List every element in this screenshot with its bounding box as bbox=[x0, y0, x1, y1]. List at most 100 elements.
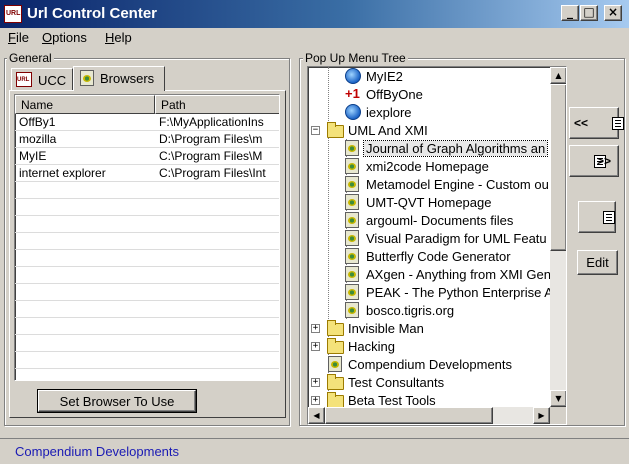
tree-group-label: Pop Up Menu Tree bbox=[303, 51, 408, 65]
folder-icon bbox=[327, 122, 344, 138]
table-row[interactable]: MyIE C:\Program Files\M bbox=[15, 148, 279, 165]
title-bar[interactable]: URL Url Control Center _ □ × bbox=[0, 0, 629, 28]
move-to-tree-button[interactable]: << bbox=[569, 107, 624, 139]
expand-icon[interactable]: + bbox=[311, 396, 320, 405]
menu-options[interactable]: Options bbox=[42, 30, 87, 45]
tree-item-test-consultants[interactable]: + Test Consultants bbox=[308, 373, 550, 391]
set-browser-button[interactable]: Set Browser To Use bbox=[37, 389, 197, 413]
scroll-right-button[interactable]: ▶ bbox=[533, 407, 550, 424]
minimize-icon: _ bbox=[567, 5, 573, 19]
tree-item-label: xmi2code Homepage bbox=[366, 159, 489, 174]
page-icon bbox=[345, 176, 359, 192]
tree-vertical-scrollbar[interactable]: ▲ ▼ bbox=[550, 67, 566, 407]
empty-row bbox=[15, 267, 279, 284]
empty-row bbox=[15, 352, 279, 369]
expand-icon[interactable]: + bbox=[311, 378, 320, 387]
tab-ucc[interactable]: URL UCC bbox=[11, 68, 73, 90]
menu-help-mnemonic: H bbox=[105, 30, 115, 45]
tree-item-xmi2code[interactable]: xmi2code Homepage bbox=[308, 157, 550, 175]
add-menu-item-button[interactable] bbox=[578, 201, 616, 233]
empty-row bbox=[15, 182, 279, 199]
horizontal-scroll-thumb[interactable] bbox=[325, 407, 493, 424]
table-row[interactable]: mozilla D:\Program Files\m bbox=[15, 131, 279, 148]
menu-tree[interactable]: MyIE2 +1 OffByOne iexplore − UML And XMI… bbox=[307, 66, 567, 425]
page-icon bbox=[345, 158, 359, 174]
move-left-arrows: << bbox=[574, 116, 589, 130]
tree-item-label: UML And XMI bbox=[348, 123, 428, 138]
menu-help[interactable]: Help bbox=[105, 30, 132, 45]
tree-item-invisible-man[interactable]: + Invisible Man bbox=[308, 319, 550, 337]
tree-item-compendium[interactable]: Compendium Developments bbox=[308, 355, 550, 373]
tree-item-butterfly[interactable]: Butterfly Code Generator bbox=[308, 247, 550, 265]
move-from-tree-button[interactable]: >> bbox=[569, 145, 619, 177]
edit-button[interactable]: Edit bbox=[577, 250, 618, 275]
tree-item-axgen[interactable]: AXgen - Anything from XMI Gen bbox=[308, 265, 550, 283]
folder-icon bbox=[327, 374, 344, 390]
tree-horizontal-scrollbar[interactable]: ◀ ▶ bbox=[308, 407, 550, 424]
expand-icon[interactable]: + bbox=[311, 324, 320, 333]
tree-item-umt-qvt[interactable]: UMT-QVT Homepage bbox=[308, 193, 550, 211]
tree-item-hacking[interactable]: + Hacking bbox=[308, 337, 550, 355]
tree-item-visual-paradigm[interactable]: Visual Paradigm for UML Featu bbox=[308, 229, 550, 247]
close-button[interactable]: × bbox=[604, 5, 622, 21]
tab-browsers[interactable]: Browsers bbox=[73, 66, 165, 91]
ucc-icon-text: URL bbox=[17, 77, 30, 83]
menu-icon bbox=[612, 117, 624, 131]
empty-row bbox=[15, 199, 279, 216]
folder-icon bbox=[327, 392, 344, 407]
tree-item-offbyone[interactable]: +1 OffByOne bbox=[308, 85, 550, 103]
page-icon bbox=[345, 266, 359, 282]
scrollbar-corner bbox=[550, 407, 566, 424]
browser-list[interactable]: Name Path OffBy1 F:\MyApplicationIns moz… bbox=[14, 94, 280, 381]
collapse-icon[interactable]: − bbox=[311, 126, 320, 135]
general-group-label: General bbox=[7, 51, 54, 65]
empty-row bbox=[15, 284, 279, 301]
tree-item-label: argouml- Documents files bbox=[366, 213, 514, 228]
tree-item-uml-and-xmi[interactable]: − UML And XMI bbox=[308, 121, 550, 139]
tree-item-myie2[interactable]: MyIE2 bbox=[308, 67, 550, 85]
tree-item-label: Metamodel Engine - Custom ou bbox=[366, 177, 549, 192]
tree-item-label: Journal of Graph Algorithms an bbox=[362, 140, 549, 157]
tree-item-label: OffByOne bbox=[366, 87, 423, 102]
move-right-arrows: >> bbox=[597, 154, 612, 168]
empty-row bbox=[15, 233, 279, 250]
row-name: OffBy1 bbox=[19, 115, 56, 129]
row-name: mozilla bbox=[19, 132, 57, 146]
tree-item-beta-test-tools[interactable]: + Beta Test Tools bbox=[308, 391, 550, 407]
tree-item-label: Butterfly Code Generator bbox=[366, 249, 511, 264]
scroll-down-button[interactable]: ▼ bbox=[550, 390, 566, 407]
maximize-button[interactable]: □ bbox=[580, 5, 598, 21]
table-row[interactable]: OffBy1 F:\MyApplicationIns bbox=[15, 114, 279, 131]
page-icon bbox=[328, 356, 342, 372]
tree-item-journal[interactable]: Journal of Graph Algorithms an bbox=[308, 139, 550, 157]
tree-item-label: PEAK - The Python Enterprise A bbox=[366, 285, 550, 300]
page-icon bbox=[345, 194, 359, 210]
tree-item-label: Visual Paradigm for UML Featu bbox=[366, 231, 547, 246]
close-icon: × bbox=[607, 5, 619, 19]
tree-item-label: AXgen - Anything from XMI Gen bbox=[366, 267, 550, 282]
page-icon bbox=[345, 302, 359, 318]
menu-bar: File Options Help bbox=[0, 28, 629, 48]
column-header-path[interactable]: Path bbox=[155, 95, 279, 114]
row-path: F:\MyApplicationIns bbox=[159, 115, 264, 129]
table-row[interactable]: internet explorer C:\Program Files\Int bbox=[15, 165, 279, 182]
vertical-scroll-thumb[interactable] bbox=[550, 84, 566, 251]
minimize-button[interactable]: _ bbox=[561, 5, 579, 21]
scroll-left-button[interactable]: ◀ bbox=[308, 407, 325, 424]
browsers-icon bbox=[80, 70, 94, 86]
tree-item-argouml[interactable]: argouml- Documents files bbox=[308, 211, 550, 229]
tree-item-peak[interactable]: PEAK - The Python Enterprise A bbox=[308, 283, 550, 301]
column-header-name[interactable]: Name bbox=[15, 95, 155, 114]
menu-file[interactable]: File bbox=[8, 30, 29, 45]
row-path: C:\Program Files\Int bbox=[159, 166, 266, 180]
ucc-icon: URL bbox=[16, 72, 32, 87]
empty-row bbox=[15, 216, 279, 233]
row-path: D:\Program Files\m bbox=[159, 132, 263, 146]
tree-item-bosco[interactable]: bosco.tigris.org bbox=[308, 301, 550, 319]
expand-icon[interactable]: + bbox=[311, 342, 320, 351]
scroll-up-button[interactable]: ▲ bbox=[550, 67, 566, 84]
tree-item-metamodel[interactable]: Metamodel Engine - Custom ou bbox=[308, 175, 550, 193]
tree-item-iexplore[interactable]: iexplore bbox=[308, 103, 550, 121]
empty-row bbox=[15, 301, 279, 318]
row-path: C:\Program Files\M bbox=[159, 149, 263, 163]
